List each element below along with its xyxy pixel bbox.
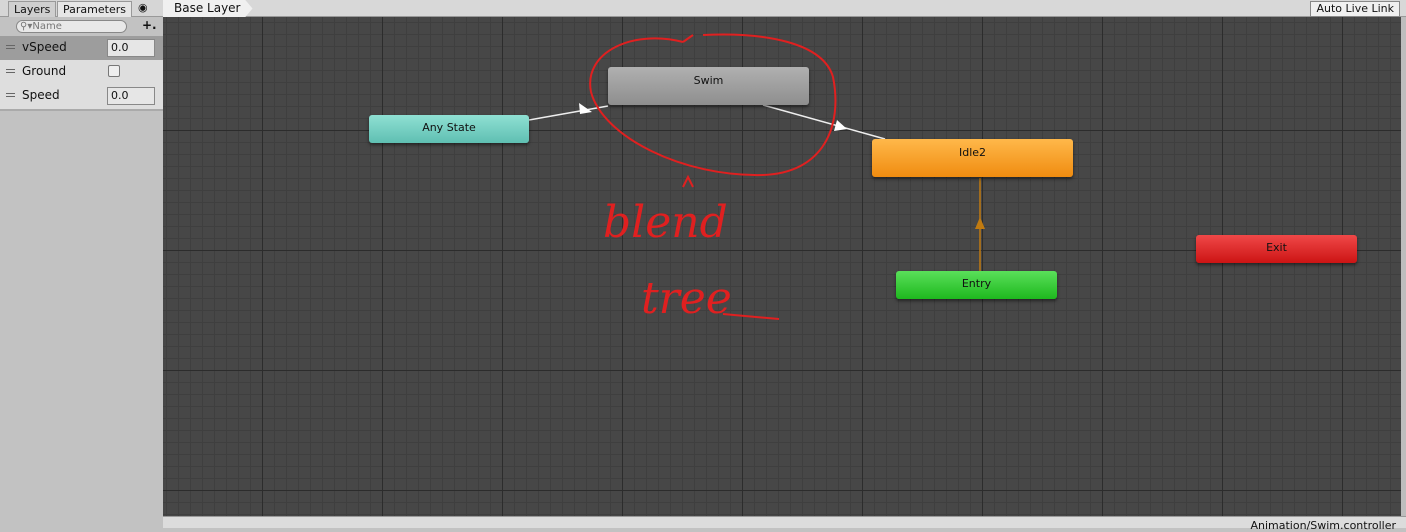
- drag-handle-icon[interactable]: [6, 45, 15, 49]
- auto-live-link-button[interactable]: Auto Live Link: [1310, 1, 1400, 17]
- parameter-row-vspeed[interactable]: vSpeed 0.0: [0, 36, 163, 60]
- parameter-row-ground[interactable]: Ground: [0, 60, 163, 84]
- parameter-name: Speed: [22, 88, 60, 102]
- tab-parameters[interactable]: Parameters: [57, 1, 132, 17]
- search-icon: ⚲▾: [20, 21, 33, 32]
- breadcrumb[interactable]: Base Layer: [163, 0, 253, 17]
- state-swim[interactable]: Swim: [608, 67, 809, 105]
- tab-layers[interactable]: Layers: [8, 1, 57, 17]
- state-idle2[interactable]: Idle2: [872, 139, 1073, 177]
- add-parameter-button[interactable]: +.: [142, 18, 157, 32]
- controller-path: Animation/Swim.controller: [1250, 519, 1396, 532]
- state-machine-graph[interactable]: Any State Swim Idle2 Entry Exit blend tr…: [163, 17, 1401, 516]
- state-any-state[interactable]: Any State: [369, 115, 529, 143]
- panel-tabs: Layers Parameters ◉: [0, 0, 163, 17]
- state-entry[interactable]: Entry: [896, 271, 1057, 299]
- parameter-list: vSpeed 0.0 Ground Speed 0.0: [0, 36, 163, 111]
- graph-toolbar: Base Layer Auto Live Link: [163, 0, 1406, 17]
- parameter-value-field[interactable]: 0.0: [107, 39, 155, 57]
- parameter-value-field[interactable]: 0.0: [107, 87, 155, 105]
- drag-handle-icon[interactable]: [6, 93, 15, 97]
- left-panel: Layers Parameters ◉ ⚲▾Name +. vSpeed 0.0…: [0, 0, 163, 528]
- drag-handle-icon[interactable]: [6, 69, 15, 73]
- parameter-row-speed[interactable]: Speed 0.0: [0, 84, 163, 108]
- search-placeholder: Name: [32, 21, 62, 32]
- vertical-scrollbar[interactable]: [1401, 17, 1406, 516]
- eye-icon[interactable]: ◉: [138, 1, 148, 14]
- transition-swim-to-idle2[interactable]: [762, 104, 886, 140]
- transition-entry-to-idle2[interactable]: [975, 178, 985, 271]
- state-exit[interactable]: Exit: [1196, 235, 1357, 263]
- parameter-name: vSpeed: [22, 40, 67, 54]
- transition-any-to-swim[interactable]: [528, 103, 609, 121]
- parameter-name: Ground: [22, 64, 67, 78]
- parameter-checkbox[interactable]: [108, 65, 120, 77]
- search-input[interactable]: ⚲▾Name: [16, 20, 127, 33]
- status-bar: Animation/Swim.controller: [163, 516, 1406, 532]
